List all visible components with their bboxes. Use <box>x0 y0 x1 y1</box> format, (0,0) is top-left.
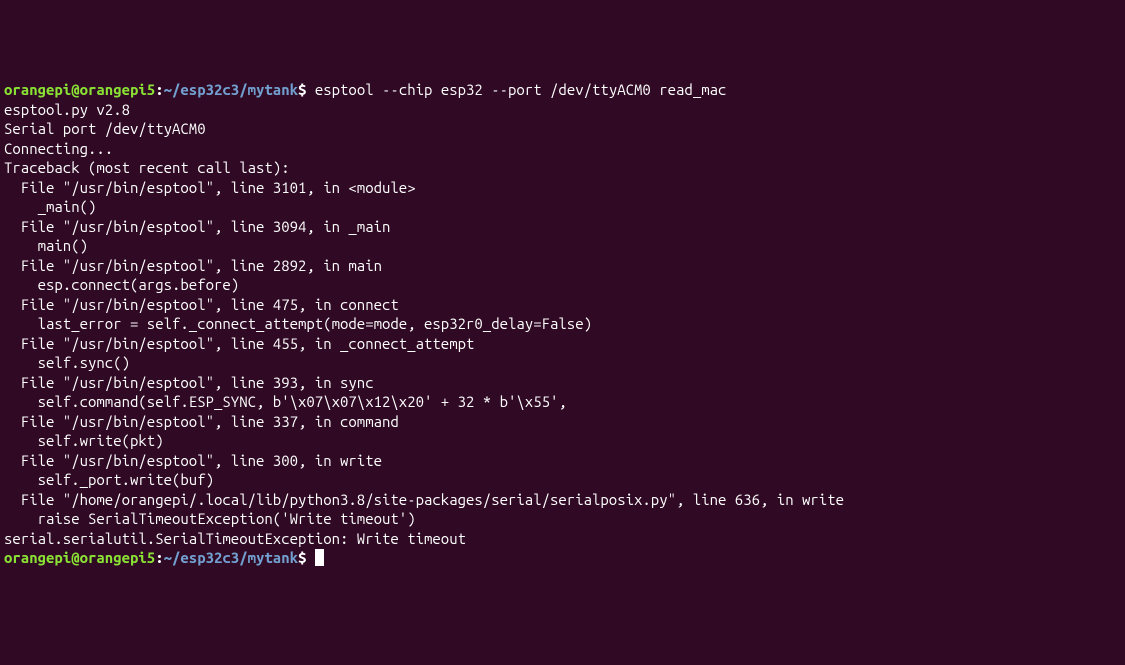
output-line: File "/usr/bin/esptool", line 455, in _c… <box>4 334 1121 354</box>
prompt-user: orangepi@orangepi5 <box>4 81 155 98</box>
output-line: esp.connect(args.before) <box>4 275 1121 295</box>
output-line: File "/usr/bin/esptool", line 3101, in <… <box>4 178 1121 198</box>
command-line-1: orangepi@orangepi5:~/esp32c3/mytank$ esp… <box>4 80 1121 100</box>
output-line: Connecting... <box>4 139 1121 159</box>
output-line: self.sync() <box>4 353 1121 373</box>
output-line: self._port.write(buf) <box>4 470 1121 490</box>
output-line: Serial port /dev/ttyACM0 <box>4 119 1121 139</box>
prompt-colon: : <box>155 81 163 98</box>
output-line: File "/usr/bin/esptool", line 3094, in _… <box>4 217 1121 237</box>
output-line: File "/usr/bin/esptool", line 2892, in m… <box>4 256 1121 276</box>
terminal[interactable]: orangepi@orangepi5:~/esp32c3/mytank$ esp… <box>4 80 1121 568</box>
output-line: File "/usr/bin/esptool", line 475, in co… <box>4 295 1121 315</box>
output-line: File "/home/orangepi/.local/lib/python3.… <box>4 490 1121 510</box>
prompt-dollar: $ <box>298 81 315 98</box>
prompt-path: ~/esp32c3/mytank <box>164 81 298 98</box>
output-line: main() <box>4 236 1121 256</box>
output-line: Traceback (most recent call last): <box>4 158 1121 178</box>
output-line: last_error = self._connect_attempt(mode=… <box>4 314 1121 334</box>
command-text: esptool --chip esp32 --port /dev/ttyACM0… <box>315 81 727 98</box>
output-line: raise SerialTimeoutException('Write time… <box>4 509 1121 529</box>
output-line: File "/usr/bin/esptool", line 393, in sy… <box>4 373 1121 393</box>
output-line: esptool.py v2.8 <box>4 100 1121 120</box>
output-line: File "/usr/bin/esptool", line 300, in wr… <box>4 451 1121 471</box>
output-line: serial.serialutil.SerialTimeoutException… <box>4 529 1121 549</box>
output-line: self.command(self.ESP_SYNC, b'\x07\x07\x… <box>4 392 1121 412</box>
output-line: _main() <box>4 197 1121 217</box>
output-line: self.write(pkt) <box>4 431 1121 451</box>
output-line: File "/usr/bin/esptool", line 337, in co… <box>4 412 1121 432</box>
